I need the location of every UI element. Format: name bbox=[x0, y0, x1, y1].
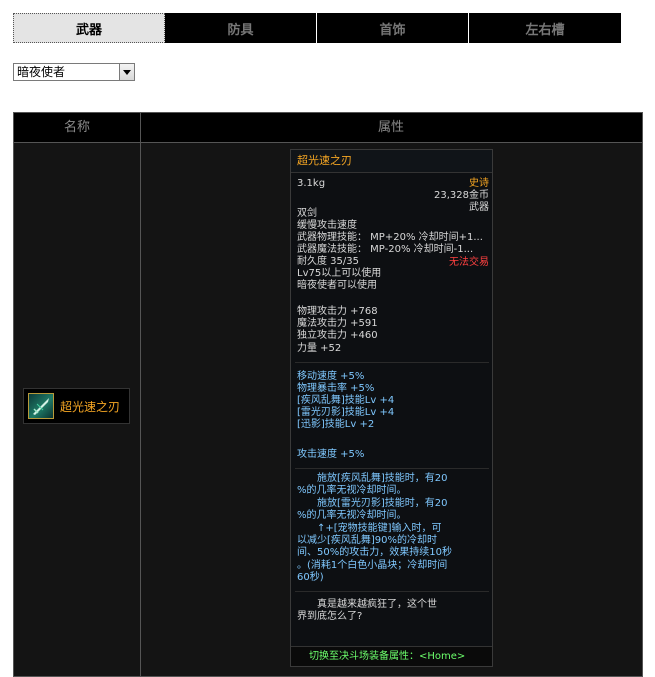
item-price: 23,328金币 bbox=[434, 190, 489, 201]
equipment-tabs: 武器 防具 首饰 左右槽 bbox=[13, 13, 621, 43]
stat-line: 独立攻击力 +460 bbox=[297, 330, 378, 341]
tooltip-title: 超光速之刃 bbox=[297, 154, 352, 167]
item-magic-skill: 武器魔法技能： MP-20% 冷却时间-1... bbox=[297, 244, 474, 255]
item-type: 双剑 bbox=[297, 208, 317, 219]
item-trade-status: 无法交易 bbox=[449, 257, 489, 268]
divider bbox=[295, 362, 489, 363]
stat-line: 魔法攻击力 +591 bbox=[297, 318, 378, 329]
item-link[interactable]: 超光速之刃 bbox=[23, 388, 130, 424]
attack-speed-bonus: 攻击速度 +5% bbox=[297, 449, 365, 460]
effect-line: 间、50%的攻击力，效果持续10秒 bbox=[297, 547, 452, 558]
item-tooltip: 超光速之刃 3.1kg 史诗 23,328金币 武器 双剑 缓慢攻击速度 武器物… bbox=[290, 149, 493, 667]
item-rarity: 史诗 bbox=[469, 178, 489, 189]
effect-line: %的几率无视冷却时间。 bbox=[297, 510, 407, 521]
chevron-down-icon bbox=[123, 69, 131, 75]
effect-line: ↑+[宠物技能键]输入时，可 bbox=[317, 523, 442, 534]
item-category: 武器 bbox=[469, 202, 489, 213]
tab-accessory[interactable]: 首饰 bbox=[317, 13, 469, 43]
table-header: 名称 属性 bbox=[14, 113, 642, 143]
class-select[interactable]: 暗夜使者 bbox=[13, 63, 135, 81]
tooltip-title-bar: 超光速之刃 bbox=[291, 150, 492, 173]
flavor-text: 真是越来越疯狂了，这个世 bbox=[317, 599, 437, 610]
item-level-req: Lv75以上可以使用 bbox=[297, 268, 382, 279]
effect-line: 以减少[疾风乱舞]90%的冷却时 bbox=[297, 535, 438, 546]
item-name: 超光速之刃 bbox=[60, 399, 121, 414]
item-durability: 耐久度 35/35 bbox=[297, 256, 359, 267]
tooltip-footer: 切换至决斗场装备属性：<Home> bbox=[291, 646, 492, 666]
bonus-line: [迅影]技能Lv +2 bbox=[297, 419, 375, 430]
pvp-toggle-hint: 切换至决斗场装备属性：<Home> bbox=[309, 651, 466, 662]
item-phys-skill: 武器物理技能： MP+20% 冷却时间+1... bbox=[297, 232, 483, 243]
tab-subequip[interactable]: 左右槽 bbox=[469, 13, 621, 43]
item-weight: 3.1kg bbox=[297, 178, 326, 189]
column-divider bbox=[140, 113, 141, 676]
bonus-line: 移动速度 +5% bbox=[297, 371, 365, 382]
bonus-line: [疾风乱舞]技能Lv +4 bbox=[297, 395, 395, 406]
flavor-text: 界到底怎么了? bbox=[297, 611, 363, 622]
class-select-value: 暗夜使者 bbox=[17, 65, 66, 79]
equipment-table: 名称 属性 超光速之刃 超光速之刃 3.1kg 史诗 23,328金币 武器 双… bbox=[13, 112, 643, 677]
divider bbox=[295, 468, 489, 469]
sword-icon bbox=[28, 393, 54, 419]
dropdown-arrow-button[interactable] bbox=[119, 64, 134, 80]
item-attack-speed: 缓慢攻击速度 bbox=[297, 220, 357, 231]
header-name: 名称 bbox=[63, 120, 90, 135]
bonus-line: 物理暴击率 +5% bbox=[297, 383, 375, 394]
item-class-req: 暗夜使者可以使用 bbox=[297, 280, 377, 291]
effect-line: 60秒) bbox=[297, 572, 324, 583]
tab-weapon[interactable]: 武器 bbox=[13, 13, 165, 43]
tab-armor[interactable]: 防具 bbox=[165, 13, 317, 43]
effect-line: 施放[疾风乱舞]技能时，有20 bbox=[317, 473, 448, 484]
divider bbox=[295, 591, 489, 592]
header-attributes: 属性 bbox=[377, 120, 404, 135]
stat-line: 力量 +52 bbox=[297, 343, 342, 354]
effect-line: 施放[雷光刃影]技能时，有20 bbox=[317, 498, 448, 509]
effect-line: %的几率无视冷却时间。 bbox=[297, 485, 407, 496]
bonus-line: [雷光刃影]技能Lv +4 bbox=[297, 407, 395, 418]
stat-line: 物理攻击力 +768 bbox=[297, 306, 378, 317]
effect-line: 。(消耗1个白色小晶块；冷却时间 bbox=[297, 560, 448, 571]
